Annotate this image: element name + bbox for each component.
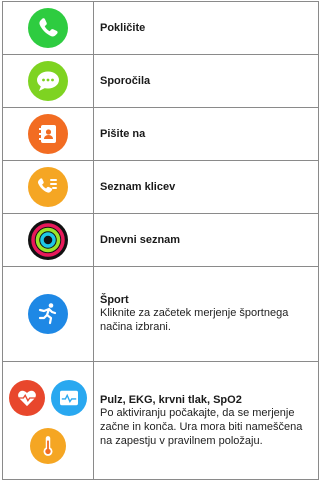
text-cell: Seznam klicev [93, 160, 319, 214]
contacts-icon [28, 114, 68, 154]
icon-cell [2, 54, 94, 108]
thermometer-icon [30, 427, 66, 464]
row-description: Kliknite za začetek merjenje športnega n… [100, 307, 289, 333]
table-row: Sporočila [2, 54, 319, 108]
table-row: Seznam klicev [2, 160, 319, 214]
ecg-icon [51, 379, 87, 416]
text-cell: Sporočila [93, 54, 319, 108]
row-title: Pulz, EKG, krvni tlak, SpO2 [100, 393, 242, 406]
activity-rings-icon [28, 220, 68, 260]
icon-cell [2, 160, 94, 214]
running-icon [28, 294, 68, 334]
row-title: Sporočila [100, 75, 151, 87]
icon-cell [2, 266, 94, 362]
row-description: Po aktiviranju počakajte, da se merjenje… [100, 406, 303, 447]
text-cell: Pišite na [93, 107, 319, 161]
table-row: Pokličite [2, 1, 319, 55]
row-title: Šport [100, 294, 129, 306]
message-icon [28, 61, 68, 101]
table-row: Pišite na [2, 107, 319, 161]
text-cell: Šport Kliknite za začetek merjenje šport… [93, 266, 319, 362]
icon-cell [2, 213, 94, 267]
text-cell: Pokličite [93, 1, 319, 55]
phone-icon [28, 8, 68, 48]
table-row: Pulz, EKG, krvni tlak, SpO2 Po aktiviran… [2, 361, 319, 480]
table-row: Šport Kliknite za začetek merjenje šport… [2, 266, 319, 362]
icon-group [3, 366, 93, 476]
row-title: Dnevni seznam [100, 234, 181, 246]
table-row: Dnevni seznam [2, 213, 319, 267]
icon-cell [2, 361, 94, 480]
feature-table: Pokličite Sporočila Pišite na Seznam kli… [2, 1, 319, 480]
text-cell: Dnevni seznam [93, 213, 319, 267]
icon-cell [2, 107, 94, 161]
call-list-icon [28, 167, 68, 207]
text-cell: Pulz, EKG, krvni tlak, SpO2 Po aktiviran… [93, 361, 319, 480]
row-title: Pokličite [100, 22, 146, 34]
row-title: Seznam klicev [100, 181, 176, 193]
heart-rate-icon [9, 379, 45, 416]
icon-cell [2, 1, 94, 55]
row-title: Pišite na [100, 128, 146, 140]
